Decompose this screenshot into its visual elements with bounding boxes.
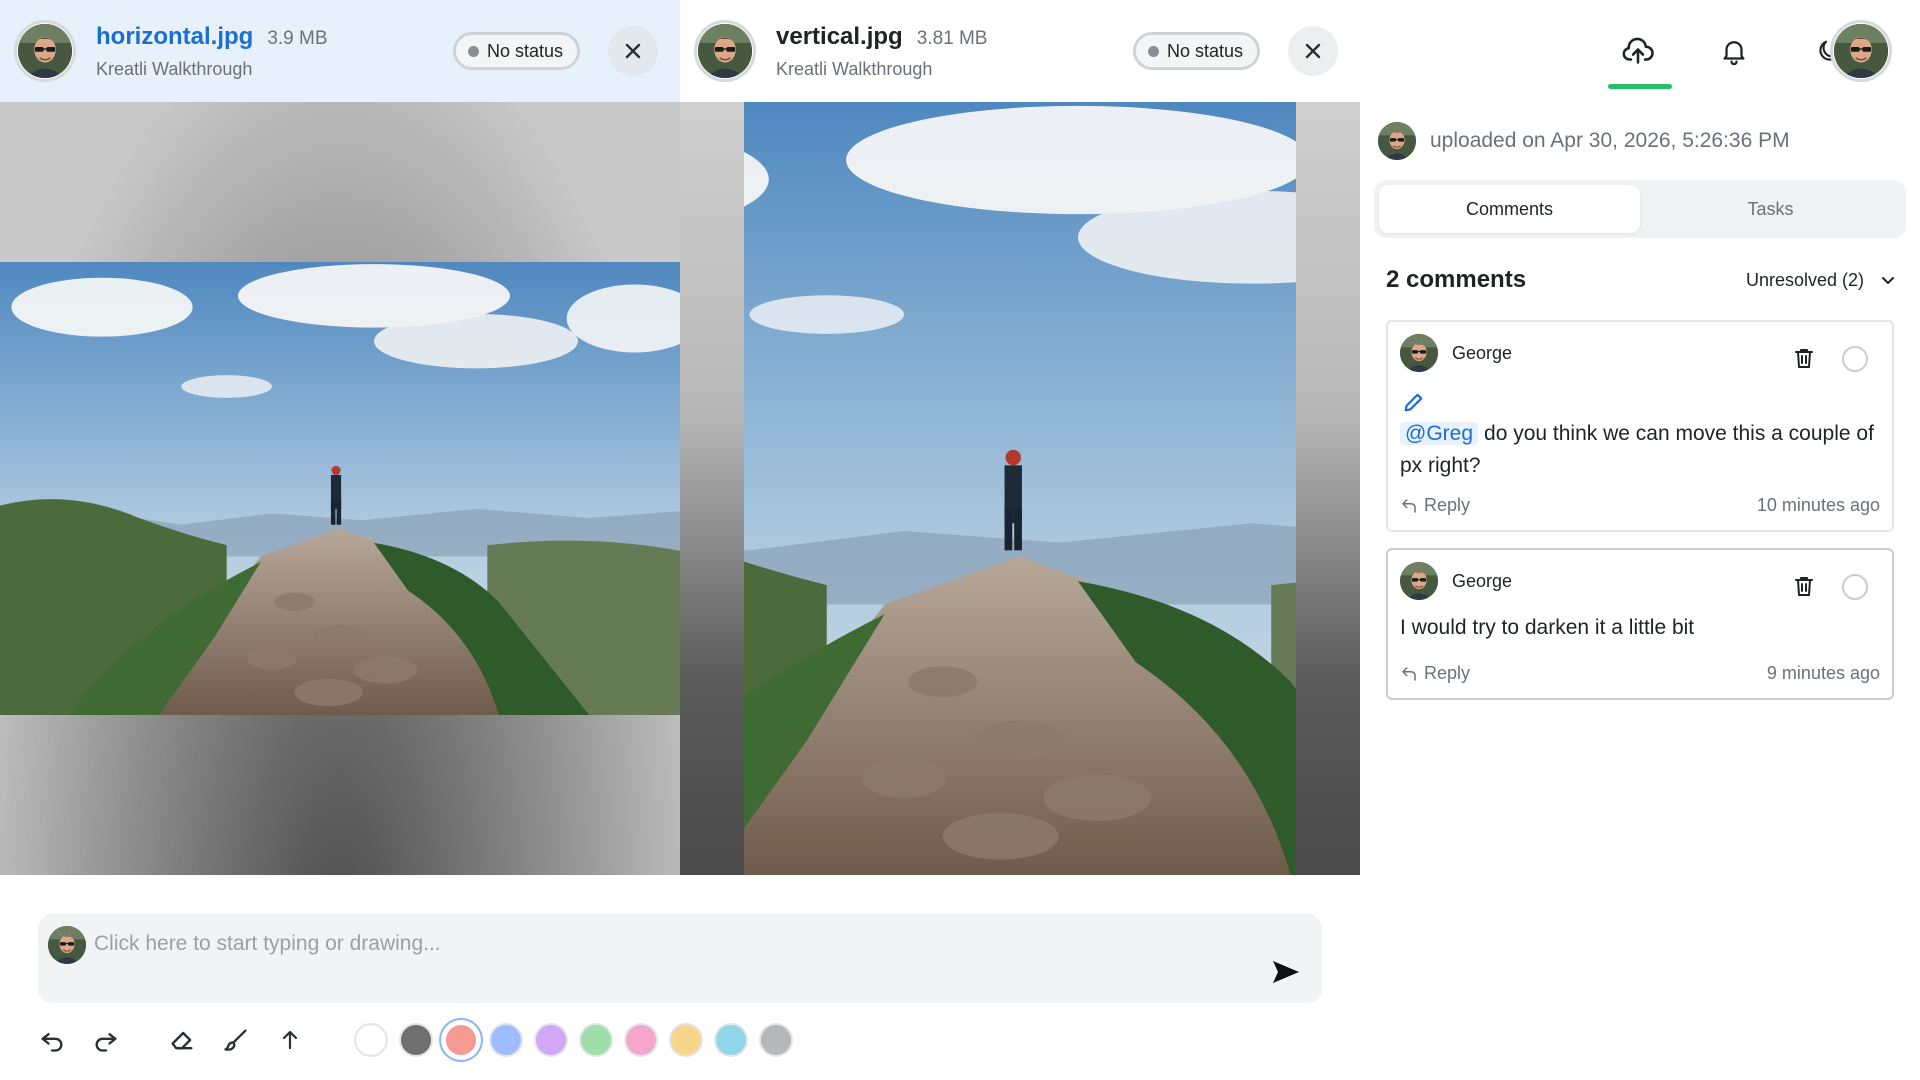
file-meta: horizontal.jpg 3.9 MB Kreatli Walkthroug…	[96, 23, 453, 80]
image-viewer-vertical[interactable]	[680, 102, 1360, 875]
avatar	[1400, 334, 1438, 372]
active-tool-indicator	[1608, 84, 1672, 89]
status-dot-icon	[1147, 45, 1159, 57]
close-button[interactable]	[608, 26, 658, 76]
color-swatch[interactable]	[489, 1023, 523, 1057]
bell-icon	[1723, 41, 1745, 66]
upload-button[interactable]	[1613, 26, 1663, 76]
color-swatch[interactable]	[759, 1023, 793, 1057]
upload-text: uploaded on Apr 30, 2026, 5:26:36 PM	[1430, 129, 1790, 152]
comment-card[interactable]: George @Greg do you think we can move thi…	[1386, 320, 1894, 532]
redo-button[interactable]	[84, 1018, 128, 1062]
author-name: George	[1452, 342, 1513, 363]
chevron-down-icon	[1882, 277, 1894, 284]
arrow-up-icon	[282, 1030, 298, 1050]
undo-icon	[41, 1033, 63, 1052]
trash-icon[interactable]	[1792, 346, 1816, 370]
comment-time: 10 minutes ago	[1756, 495, 1880, 515]
reply-icon	[1402, 498, 1416, 513]
reply-label: Reply	[1424, 495, 1471, 515]
tab-comments[interactable]: Comments	[1379, 185, 1640, 233]
resolve-checkbox[interactable]	[1842, 346, 1868, 372]
status-label: No status	[1166, 40, 1243, 61]
comment-card[interactable]: George I would try to darken it a little…	[1386, 548, 1894, 700]
comment-input[interactable]	[92, 924, 1192, 964]
comments-header: 2 comments Unresolved (2)	[1386, 266, 1896, 294]
file-header-vertical: vertical.jpg 3.81 MB Kreatli Walkthrough…	[680, 0, 1360, 102]
file-name[interactable]: horizontal.jpg	[96, 23, 253, 51]
status-label: No status	[486, 40, 563, 61]
upload-cloud-icon	[1622, 37, 1654, 64]
avatar	[1378, 122, 1416, 160]
image-vertical[interactable]	[744, 102, 1296, 875]
avatar[interactable]	[694, 20, 756, 82]
comment-time: 9 minutes ago	[1766, 663, 1880, 683]
color-swatch[interactable]	[579, 1023, 613, 1057]
panel-tabs: Comments Tasks	[1374, 180, 1906, 238]
file-size: 3.81 MB	[916, 27, 988, 49]
brush-button[interactable]	[214, 1018, 258, 1062]
avatar	[1400, 562, 1438, 600]
file-meta: vertical.jpg 3.81 MB Kreatli Walkthrough	[776, 23, 1133, 80]
reply-button[interactable]: Reply	[1400, 495, 1470, 516]
comment-text: @Greg do you think we can move this a cou…	[1400, 418, 1878, 482]
close-icon	[625, 43, 641, 59]
avatar[interactable]	[14, 20, 76, 82]
comment-footer: Reply 10 minutes ago	[1400, 495, 1880, 516]
mention-tag[interactable]: @Greg	[1400, 422, 1479, 445]
reply-icon	[1402, 666, 1416, 681]
status-dot-icon	[467, 45, 479, 57]
drawing-toolbar	[30, 1018, 804, 1062]
redo-icon	[95, 1033, 117, 1052]
comment-author: George	[1400, 562, 1512, 600]
comment-author: George	[1400, 334, 1512, 372]
status-button[interactable]: No status	[452, 32, 580, 70]
image-horizontal[interactable]	[0, 262, 680, 715]
user-avatar-button[interactable]	[1830, 20, 1892, 82]
undo-button[interactable]	[30, 1018, 74, 1062]
send-button[interactable]	[1266, 952, 1306, 992]
send-icon	[1273, 961, 1299, 983]
color-swatch[interactable]	[444, 1023, 478, 1057]
color-swatch[interactable]	[399, 1023, 433, 1057]
close-button[interactable]	[1288, 26, 1338, 76]
project-name: Kreatli Walkthrough	[776, 58, 933, 79]
file-name[interactable]: vertical.jpg	[776, 23, 903, 51]
color-swatches	[354, 1023, 804, 1057]
comment-footer: Reply 9 minutes ago	[1400, 663, 1880, 684]
close-icon	[1305, 43, 1321, 59]
reply-button[interactable]: Reply	[1400, 663, 1470, 684]
color-swatch[interactable]	[354, 1023, 388, 1057]
tab-tasks[interactable]: Tasks	[1640, 185, 1901, 233]
resolve-checkbox[interactable]	[1842, 574, 1868, 600]
comment-composer	[38, 914, 1322, 1003]
reply-label: Reply	[1424, 663, 1471, 683]
comments-count: 2 comments	[1386, 266, 1527, 293]
filter-label: Unresolved (2)	[1745, 269, 1864, 290]
file-header-horizontal: horizontal.jpg 3.9 MB Kreatli Walkthroug…	[0, 0, 680, 102]
eraser-button[interactable]	[160, 1018, 204, 1062]
status-button[interactable]: No status	[1132, 32, 1260, 70]
comment-text: I would try to darken it a little bit	[1400, 616, 1695, 639]
arrow-button[interactable]	[268, 1018, 312, 1062]
project-name: Kreatli Walkthrough	[96, 58, 253, 79]
avatar	[48, 926, 86, 964]
eraser-icon	[171, 1031, 193, 1050]
color-swatch[interactable]	[669, 1023, 703, 1057]
comments-panel: uploaded on Apr 30, 2026, 5:26:36 PM Com…	[1360, 102, 1920, 1080]
filter-dropdown[interactable]: Unresolved (2)	[1746, 270, 1896, 291]
drawing-pencil-icon[interactable]	[1402, 392, 1424, 414]
file-size: 3.9 MB	[267, 27, 328, 49]
author-name: George	[1452, 570, 1513, 591]
brush-icon	[224, 1029, 247, 1051]
trash-icon[interactable]	[1792, 574, 1816, 598]
color-swatch[interactable]	[714, 1023, 748, 1057]
color-swatch[interactable]	[624, 1023, 658, 1057]
image-viewer-horizontal[interactable]	[0, 102, 680, 875]
upload-info: uploaded on Apr 30, 2026, 5:26:36 PM	[1378, 122, 1790, 160]
notifications-button[interactable]	[1709, 26, 1759, 76]
color-swatch[interactable]	[534, 1023, 568, 1057]
